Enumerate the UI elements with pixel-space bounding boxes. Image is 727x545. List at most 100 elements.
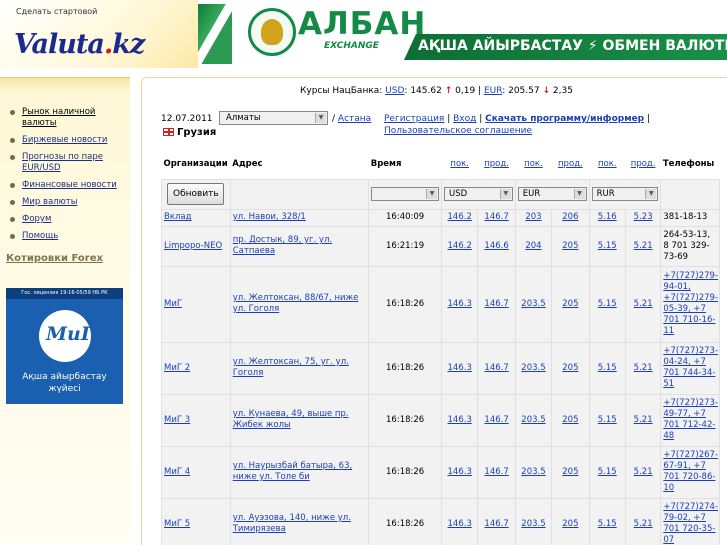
address-link[interactable]: ул. Желтоксан, 88/67, ниже ул. Гоголя bbox=[233, 293, 359, 314]
phone-cell[interactable]: +7(727)279-94-01, +7(727)279-05-39, +7 7… bbox=[663, 271, 718, 336]
rur-sell-link[interactable]: 5.21 bbox=[634, 299, 653, 309]
site-logo[interactable]: Valuta.kz bbox=[14, 29, 145, 60]
col-rur-sell[interactable]: прод. bbox=[625, 149, 660, 179]
city-select[interactable]: Алматы ▼ bbox=[219, 111, 328, 125]
sidebar-item-label[interactable]: Биржевые новости bbox=[22, 135, 107, 145]
phone-cell[interactable]: +7(727)267-67-91, +7 701 720-86-10 bbox=[663, 450, 718, 493]
refresh-button[interactable]: Обновить bbox=[167, 183, 225, 205]
phone-cell[interactable]: +7(727)273-49-77, +7 701 712-42-48 bbox=[663, 398, 718, 441]
address-link[interactable]: пр. Достык, 89, уг. ул. Сатпаева bbox=[233, 235, 332, 256]
col-rur-buy[interactable]: пок. bbox=[589, 149, 625, 179]
usd-link[interactable]: USD bbox=[385, 86, 404, 96]
currency1-select[interactable]: USD ▼ bbox=[444, 187, 513, 201]
forex-quotes-link[interactable]: Котировки Forex bbox=[6, 253, 103, 264]
usd-sell-link[interactable]: 146.6 bbox=[484, 241, 508, 251]
currency2-select[interactable]: EUR ▼ bbox=[517, 187, 587, 201]
eur-buy-link[interactable]: 203 bbox=[525, 212, 541, 222]
register-link[interactable]: Регистрация bbox=[384, 114, 444, 124]
rur-buy-link[interactable]: 5.15 bbox=[598, 519, 617, 529]
alban-banner[interactable]: АЛБАН EXCHANGE АҚША АЙЫРБАСТАУ ⚡ ОБМЕН В… bbox=[198, 4, 727, 64]
org-link[interactable]: МиГ 2 bbox=[164, 363, 190, 373]
eur-sell-link[interactable]: 205 bbox=[562, 363, 578, 373]
eur-sell-link[interactable]: 205 bbox=[562, 467, 578, 477]
rur-sell-link[interactable]: 5.21 bbox=[634, 241, 653, 251]
sidebar-item-label[interactable]: Мир валюты bbox=[22, 197, 77, 207]
sidebar-item-label[interactable]: Рынок наличной валюты bbox=[22, 107, 95, 128]
sidebar-item-forum[interactable]: Форум bbox=[10, 214, 125, 225]
eur-buy-link[interactable]: 203.5 bbox=[521, 467, 545, 477]
sidebar-item-currency-world[interactable]: Мир валюты bbox=[10, 197, 125, 208]
eur-link[interactable]: EUR bbox=[484, 86, 502, 96]
col-usd-sell[interactable]: прод. bbox=[478, 149, 515, 179]
col-eur-buy[interactable]: пок. bbox=[515, 149, 551, 179]
org-link[interactable]: Вклад bbox=[164, 212, 191, 222]
sidebar-item-label[interactable]: Прогнозы по паре EUR/USD bbox=[22, 152, 103, 173]
usd-buy-link[interactable]: 146.3 bbox=[448, 299, 472, 309]
eur-buy-link[interactable]: 203.5 bbox=[521, 299, 545, 309]
sidebar-item-financial-news[interactable]: Финансовые новости bbox=[10, 180, 125, 191]
eur-buy-link[interactable]: 203.5 bbox=[521, 415, 545, 425]
usd-buy-link[interactable]: 146.3 bbox=[448, 363, 472, 373]
address-link[interactable]: ул. Навои, 328/1 bbox=[233, 212, 306, 222]
usd-buy-link[interactable]: 146.3 bbox=[448, 415, 472, 425]
rur-buy-link[interactable]: 5.15 bbox=[598, 363, 617, 373]
usd-sell-link[interactable]: 146.7 bbox=[484, 519, 508, 529]
time-filter-select[interactable]: ▼ bbox=[371, 187, 439, 201]
rur-sell-link[interactable]: 5.21 bbox=[634, 519, 653, 529]
georgia-link[interactable]: Грузия bbox=[163, 127, 216, 138]
usd-sell-link[interactable]: 146.7 bbox=[484, 467, 508, 477]
address-link[interactable]: ул. Наурызбай батыра, 63, ниже ул. Толе … bbox=[233, 461, 352, 482]
usd-sell-link[interactable]: 146.7 bbox=[484, 299, 508, 309]
agreement-link[interactable]: Пользовательское соглашение bbox=[384, 126, 532, 136]
eur-sell-link[interactable]: 205 bbox=[562, 241, 578, 251]
sidebar-item-exchange-news[interactable]: Биржевые новости bbox=[10, 135, 125, 146]
sidebar-item-cash-market[interactable]: Рынок наличной валюты bbox=[10, 107, 125, 129]
eur-buy-link[interactable]: 204 bbox=[525, 241, 541, 251]
rur-sell-link[interactable]: 5.23 bbox=[634, 212, 653, 222]
address-link[interactable]: ул. Ауэзова, 140, ниже ул. Тимирязева bbox=[233, 513, 351, 534]
eur-sell-link[interactable]: 205 bbox=[562, 415, 578, 425]
eur-sell-link[interactable]: 206 bbox=[562, 212, 578, 222]
rur-buy-link[interactable]: 5.15 bbox=[598, 241, 617, 251]
sidebar-item-label[interactable]: Форум bbox=[22, 214, 51, 224]
col-usd-buy[interactable]: пок. bbox=[442, 149, 478, 179]
col-eur-sell[interactable]: прод. bbox=[552, 149, 589, 179]
usd-buy-link[interactable]: 146.3 bbox=[448, 467, 472, 477]
rur-sell-link[interactable]: 5.21 bbox=[634, 415, 653, 425]
make-start-page-link[interactable]: Сделать стартовой bbox=[16, 7, 97, 16]
sidebar-item-label[interactable]: Помощь bbox=[22, 231, 58, 241]
eur-sell-link[interactable]: 205 bbox=[562, 299, 578, 309]
download-link[interactable]: Скачать программу/информер bbox=[485, 114, 644, 124]
mig-ad-banner[interactable]: Гос. лицензия 19-16-05/59 НБ РК МиГ Ақша… bbox=[6, 288, 123, 404]
address-link[interactable]: ул. Желтоксан, 75, уг. ул. Гоголя bbox=[233, 357, 349, 378]
org-link[interactable]: МиГ 3 bbox=[164, 415, 190, 425]
eur-buy-link[interactable]: 203.5 bbox=[521, 363, 545, 373]
sidebar-item-forecasts[interactable]: Прогнозы по паре EUR/USD bbox=[10, 152, 125, 174]
usd-sell-link[interactable]: 146.7 bbox=[484, 415, 508, 425]
phone-cell[interactable]: +7(727)274-79-02, +7 701 720-35-07 bbox=[663, 502, 718, 545]
sidebar-item-label[interactable]: Финансовые новости bbox=[22, 180, 117, 190]
rur-buy-link[interactable]: 5.15 bbox=[598, 299, 617, 309]
phone-cell[interactable]: +7(727)273-04-24, +7 701 744-34-51 bbox=[663, 346, 718, 389]
address-link[interactable]: ул. Кунаева, 49, выше пр. Жибек жолы bbox=[233, 409, 349, 430]
org-link[interactable]: МиГ 4 bbox=[164, 467, 190, 477]
usd-sell-link[interactable]: 146.7 bbox=[484, 212, 508, 222]
rur-buy-link[interactable]: 5.15 bbox=[598, 467, 617, 477]
org-link[interactable]: МиГ bbox=[164, 299, 182, 309]
eur-sell-link[interactable]: 205 bbox=[562, 519, 578, 529]
rur-buy-link[interactable]: 5.15 bbox=[598, 415, 617, 425]
eur-buy-link[interactable]: 203.5 bbox=[521, 519, 545, 529]
usd-buy-link[interactable]: 146.3 bbox=[448, 519, 472, 529]
login-link[interactable]: Вход bbox=[453, 114, 476, 124]
rur-sell-link[interactable]: 5.21 bbox=[634, 363, 653, 373]
usd-sell-link[interactable]: 146.7 bbox=[484, 363, 508, 373]
usd-buy-link[interactable]: 146.2 bbox=[448, 212, 472, 222]
org-link[interactable]: Limpopo-NEO bbox=[164, 241, 222, 251]
currency3-select[interactable]: RUR ▼ bbox=[591, 187, 659, 201]
astana-link[interactable]: Астана bbox=[338, 114, 371, 124]
sidebar-item-help[interactable]: Помощь bbox=[10, 231, 125, 242]
usd-buy-link[interactable]: 146.2 bbox=[448, 241, 472, 251]
org-link[interactable]: МиГ 5 bbox=[164, 519, 190, 529]
rur-buy-link[interactable]: 5.16 bbox=[598, 212, 617, 222]
rur-sell-link[interactable]: 5.21 bbox=[634, 467, 653, 477]
